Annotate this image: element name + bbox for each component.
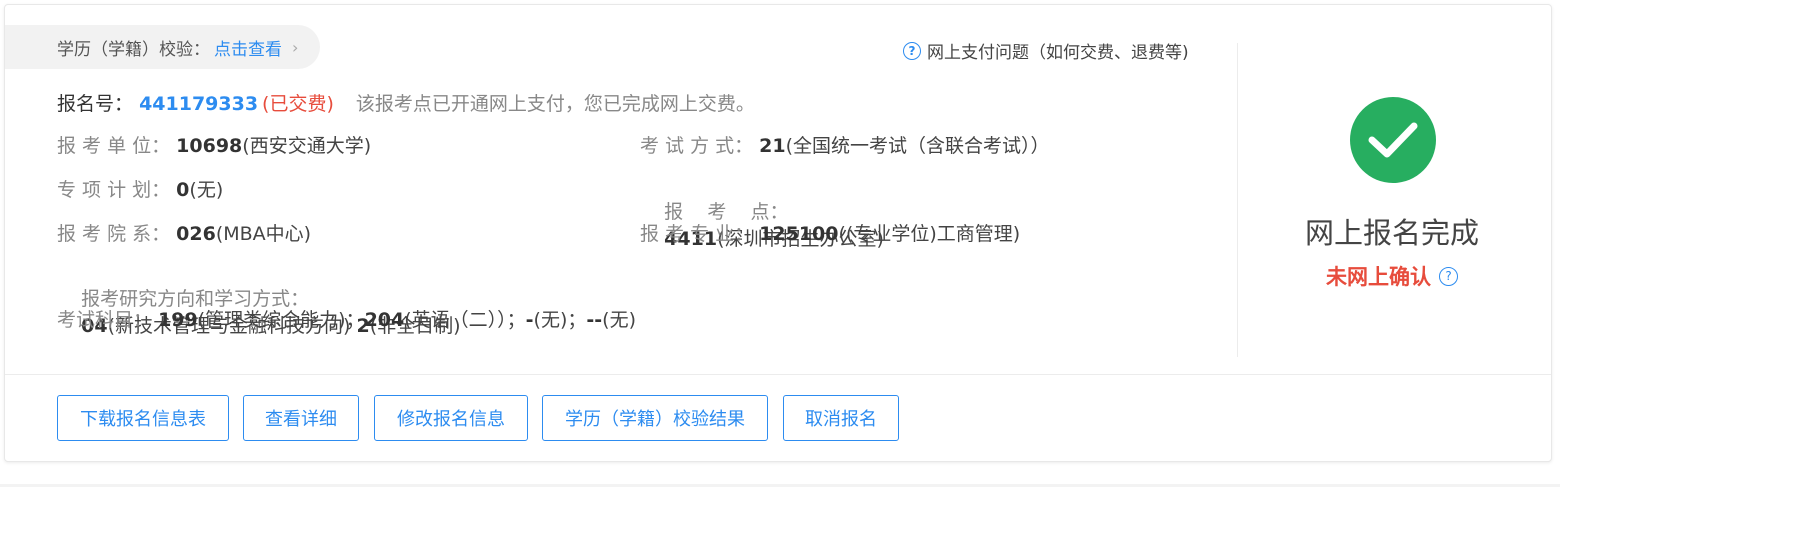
- subject-name: (无): [602, 309, 636, 331]
- verify-label: 学历（学籍）校验：: [57, 39, 210, 60]
- exam-mode-name: (全国统一考试（含联合考试））: [785, 135, 1050, 157]
- exam-subjects-row: 考试科目： 199(管理类综合能力)；204(英语（二））；-(无)；--(无): [57, 305, 636, 332]
- major-code: 125100: [759, 223, 839, 245]
- check-circle-icon: [1350, 97, 1436, 183]
- subject-code: -: [525, 309, 534, 331]
- modify-registration-button[interactable]: 修改报名信息: [374, 395, 528, 441]
- unit-row: 报 考 单 位： 10698(西安交通大学): [57, 131, 371, 158]
- subject-code: 204: [364, 309, 405, 331]
- question-circle-icon: ?: [903, 41, 921, 60]
- major-label: 报 考 专 业：: [640, 223, 754, 245]
- horizontal-divider: [5, 374, 1551, 375]
- unit-name: (西安交通大学): [242, 135, 372, 157]
- major-name: ((专业学位)工商管理): [838, 223, 1021, 245]
- education-verify-bar[interactable]: 学历（学籍）校验： 点击查看 ›: [5, 25, 321, 69]
- subject-code: --: [586, 309, 603, 331]
- vertical-divider: [1237, 43, 1238, 357]
- verify-result-button[interactable]: 学历（学籍）校验结果: [542, 395, 768, 441]
- subject-name: (英语（二））；: [404, 309, 526, 331]
- registration-number-label: 报名号：: [57, 93, 134, 115]
- subject-code: 199: [158, 309, 198, 331]
- registration-card: 学历（学籍）校验： 点击查看 › ? 网上支付问题（如何交费、退费等) 报名号：…: [4, 4, 1552, 462]
- confirm-status: 未网上确认 ?: [1255, 261, 1529, 291]
- download-form-button[interactable]: 下载报名信息表: [57, 395, 229, 441]
- payment-help-link[interactable]: ? 网上支付问题（如何交费、退费等): [903, 38, 1189, 63]
- view-details-button[interactable]: 查看详细: [243, 395, 359, 441]
- special-plan-name: (无): [189, 179, 224, 201]
- page-bottom-divider: [0, 484, 1560, 487]
- paid-status: (已交费): [262, 93, 334, 115]
- subject-name: (无)；: [533, 309, 587, 331]
- unit-code: 10698: [176, 135, 243, 157]
- exam-subjects-label: 考试科目：: [57, 309, 153, 331]
- chevron-right-icon: ›: [292, 37, 299, 57]
- status-title: 网上报名完成: [1304, 216, 1479, 250]
- department-row: 报 考 院 系： 026(MBA中心): [57, 219, 311, 246]
- department-label: 报 考 院 系：: [57, 223, 171, 245]
- payment-help-text: 网上支付问题（如何交费、退费等): [927, 43, 1189, 63]
- department-code: 026: [176, 223, 216, 245]
- exam-mode-code: 21: [759, 135, 786, 157]
- confirm-status-text: 未网上确认: [1326, 265, 1431, 289]
- department-name: (MBA中心): [215, 223, 312, 245]
- cancel-registration-button[interactable]: 取消报名: [783, 395, 899, 441]
- special-plan-label: 专 项 计 划：: [57, 179, 171, 201]
- registration-number-row: 报名号： 441179333 (已交费) 该报考点已开通网上支付，您已完成网上交费…: [57, 89, 755, 116]
- verify-view-link[interactable]: 点击查看: [214, 35, 282, 60]
- unit-label: 报 考 单 位：: [57, 135, 171, 157]
- subject-name: (管理类综合能力)；: [197, 309, 365, 331]
- payment-note: 该报考点已开通网上支付，您已完成网上交费。: [355, 93, 755, 115]
- exam-mode-label: 考 试 方 式：: [640, 135, 754, 157]
- special-plan-row: 专 项 计 划： 0(无): [57, 175, 223, 202]
- major-row: 报 考 专 业： 125100((专业学位)工商管理): [640, 219, 1020, 246]
- exam-mode-row: 考 试 方 式： 21(全国统一考试（含联合考试））: [640, 131, 1050, 158]
- registration-number: 441179333: [139, 93, 259, 115]
- special-plan-code: 0: [176, 179, 190, 201]
- question-circle-icon[interactable]: ?: [1439, 266, 1458, 286]
